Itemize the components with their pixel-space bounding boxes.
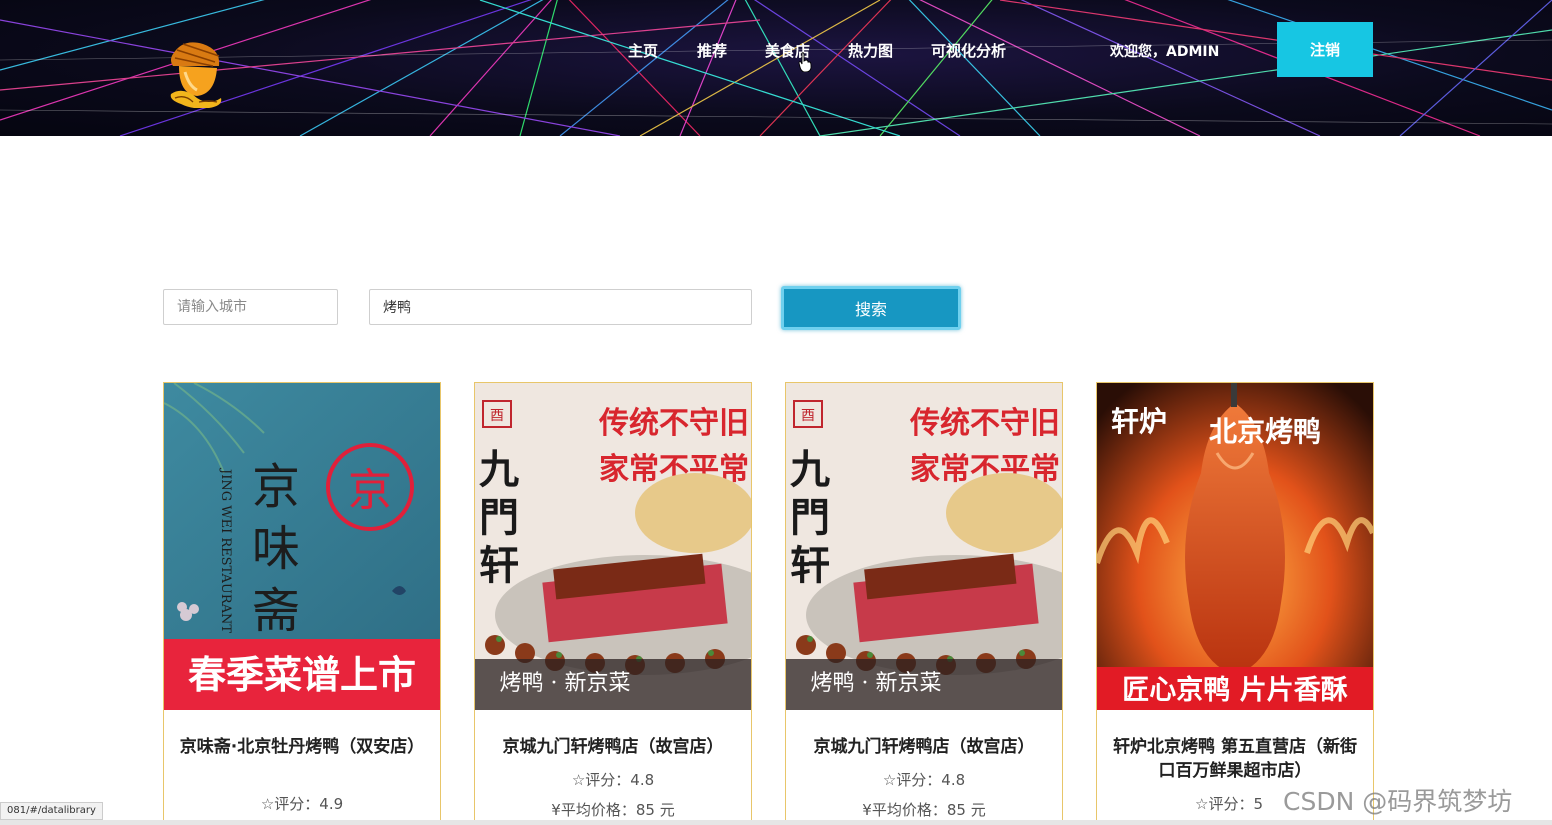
nav-home[interactable]: 主页 xyxy=(628,40,658,61)
svg-text:酉: 酉 xyxy=(490,408,504,424)
acorn-logo-icon[interactable] xyxy=(163,36,229,108)
restaurant-name[interactable]: 京城九门轩烤鸭店（故宫店） xyxy=(485,735,741,759)
banner-text: 烤鸭 · 新京菜 xyxy=(500,671,631,696)
restaurant-rating: ☆评分：4.8 xyxy=(571,771,655,789)
svg-text:味: 味 xyxy=(252,521,300,577)
top-header: 主页 推荐 美食店 热力图 可视化分析 欢迎您，ADMIN 注销 xyxy=(0,0,1552,136)
seal-text: 京 xyxy=(348,465,392,516)
hand-cursor-icon xyxy=(798,52,812,72)
banner-text: 匠心京鸭 片片香酥 xyxy=(1122,674,1347,706)
horizontal-scrollbar[interactable] xyxy=(0,820,1552,825)
restaurant-card[interactable]: 酉 传统不守旧 家常不平常 九 門 轩 烤鸭 · 新京菜 京城九门轩烤鸭店（故宫… xyxy=(474,382,752,825)
restaurant-name[interactable]: 京味斋·北京牡丹烤鸭（双安店） xyxy=(174,735,430,759)
svg-text:斋: 斋 xyxy=(252,583,300,639)
restaurant-price: ¥平均价格：85 元 xyxy=(862,801,986,819)
restaurant-price: ¥平均价格：85 元 xyxy=(551,801,675,819)
banner-text: 烤鸭 · 新京菜 xyxy=(811,671,942,696)
restaurant-card[interactable]: 京 京 味 斋 JING WEI RESTAURANT 春季菜谱上市 京味斋·北… xyxy=(163,382,441,825)
restaurant-card[interactable]: 轩炉 北京烤鸭 匠心京鸭 片片香酥 轩炉北京烤鸭 第五直营店（新街口百万鲜果超市… xyxy=(1096,382,1374,825)
banner-text: 春季菜谱上市 xyxy=(188,653,416,697)
brand-logo-text: 轩炉 xyxy=(1111,405,1167,438)
restaurant-rating: ☆评分：4.9 xyxy=(260,795,344,813)
nav-heatmap[interactable]: 热力图 xyxy=(848,40,893,61)
keyword-input[interactable] xyxy=(369,289,752,325)
brand-text: 北京烤鸭 xyxy=(1209,415,1321,448)
brand-english: JING WEI RESTAURANT xyxy=(218,467,233,633)
svg-text:轩: 轩 xyxy=(790,542,830,589)
nav-visual-analysis[interactable]: 可视化分析 xyxy=(931,40,1006,61)
svg-text:九: 九 xyxy=(790,446,830,493)
restaurant-rating: ☆评分：4.8 xyxy=(882,771,966,789)
city-input[interactable] xyxy=(163,289,338,325)
restaurant-image[interactable]: 轩炉 北京烤鸭 匠心京鸭 片片香酥 xyxy=(1097,383,1373,710)
slogan-1: 传统不守旧 xyxy=(598,406,749,441)
restaurant-name[interactable]: 京城九门轩烤鸭店（故宫店） xyxy=(796,735,1052,759)
watermark-text: CSDN @码界筑梦坊 xyxy=(1283,787,1513,816)
search-button[interactable]: 搜索 xyxy=(781,286,961,330)
logout-button[interactable]: 注销 xyxy=(1277,22,1373,77)
restaurant-card[interactable]: 酉 传统不守旧 家常不平常 九 門 轩 烤鸭 · 新京菜 京城九门轩烤鸭店（故宫… xyxy=(785,382,1063,825)
restaurant-image[interactable]: 酉 传统不守旧 家常不平常 九 門 轩 烤鸭 · 新京菜 xyxy=(475,383,751,710)
slogan-1: 传统不守旧 xyxy=(909,406,1060,441)
nav-recommend[interactable]: 推荐 xyxy=(697,40,727,61)
restaurant-image[interactable]: 京 京 味 斋 JING WEI RESTAURANT 春季菜谱上市 xyxy=(164,383,440,710)
restaurant-name[interactable]: 轩炉北京烤鸭 第五直营店（新街口百万鲜果超市店） xyxy=(1107,735,1363,783)
svg-text:門: 門 xyxy=(479,494,519,541)
svg-text:京: 京 xyxy=(252,459,300,515)
welcome-text: 欢迎您，ADMIN xyxy=(1110,44,1220,60)
svg-text:九: 九 xyxy=(479,446,519,493)
status-bar-url: 081/#/datalibrary xyxy=(0,802,103,820)
svg-text:轩: 轩 xyxy=(479,542,519,589)
restaurant-image[interactable]: 酉 传统不守旧 家常不平常 九 門 轩 烤鸭 · 新京菜 xyxy=(786,383,1062,710)
svg-text:門: 門 xyxy=(790,494,830,541)
svg-text:酉: 酉 xyxy=(801,408,815,424)
